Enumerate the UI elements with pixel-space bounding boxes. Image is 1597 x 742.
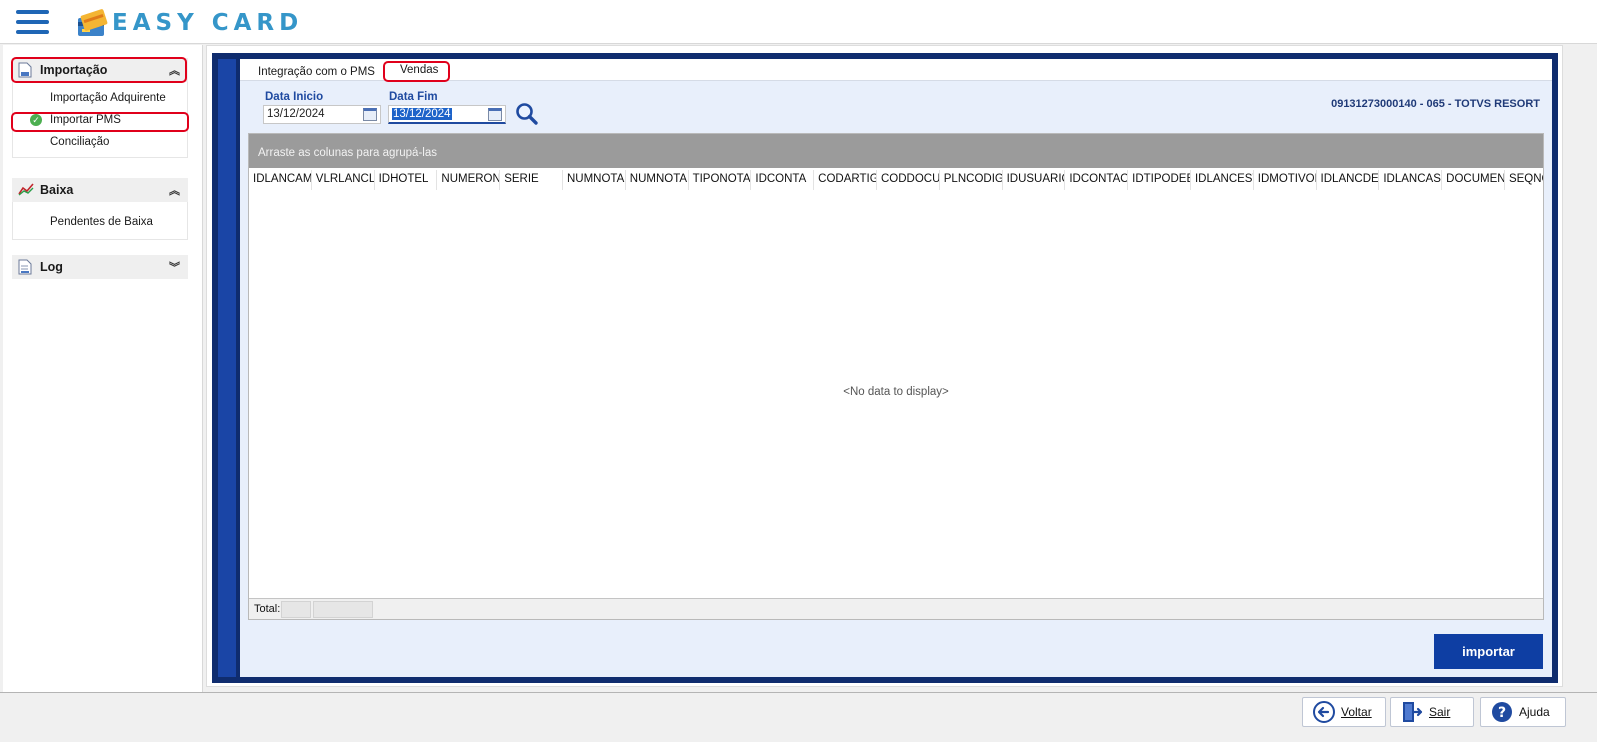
back-arrow-icon — [1313, 701, 1335, 723]
voltar-label: Voltar — [1341, 705, 1372, 719]
data-fim-value: 13/12/2024 — [392, 108, 452, 120]
calendar-icon[interactable] — [488, 108, 502, 121]
company-label: 09131273000140 - 065 - TOTVS RESORT — [1331, 98, 1540, 110]
data-fim-field[interactable]: 13/12/2024 — [388, 105, 506, 124]
exit-door-icon — [1401, 701, 1423, 723]
grid-column-header-cell[interactable]: IDLANCASS — [1379, 170, 1443, 190]
chevron-down-icon[interactable]: ︾ — [169, 259, 180, 275]
grid-column-header-cell[interactable]: CODARTIGC — [814, 170, 877, 190]
ajuda-label: Ajuda — [1519, 705, 1550, 719]
sidebar-group-body: Importação Adquirente ✓ Importar PMS Con… — [12, 82, 188, 158]
top-header: EASY CARD — [0, 0, 1597, 44]
sidebar-group-importacao: Importação ︽ Importação Adquirente ✓ Imp… — [12, 58, 188, 158]
document-icon — [18, 259, 32, 275]
grid-column-header-cell[interactable]: SEQNO — [1505, 170, 1543, 190]
logo-text: EASY CARD — [112, 10, 304, 36]
sidebar-item-importacao-adquirente[interactable]: Importação Adquirente — [13, 87, 187, 109]
sidebar-item-importar-pms[interactable]: ✓ Importar PMS — [13, 109, 187, 131]
svg-text:?: ? — [1498, 705, 1506, 721]
sidebar-group-label: Baixa — [40, 183, 74, 197]
search-icon[interactable] — [515, 102, 539, 126]
grid-column-header-cell[interactable]: CODDOCUI — [877, 170, 940, 190]
data-inicio-label: Data Inicio — [265, 91, 324, 103]
data-inicio-value: 13/12/2024 — [267, 108, 325, 120]
sidebar-group-label: Log — [40, 260, 63, 274]
grid-column-header-cell[interactable]: NUMNOTAF — [563, 170, 626, 190]
card-logo-icon — [76, 8, 108, 38]
grid-column-header-cell[interactable]: IDLANCAME — [249, 170, 312, 190]
sidebar-item-conciliacao[interactable]: Conciliação — [13, 131, 187, 153]
grid-column-header-cell[interactable]: NUMNOTA — [626, 170, 689, 190]
data-grid: Arraste as colunas para agrupá-las IDLAN… — [248, 133, 1544, 620]
sidebar-group-header-baixa[interactable]: Baixa ︽ — [12, 178, 188, 202]
sidebar-group-label: Importação — [40, 63, 108, 77]
group-by-panel[interactable]: Arraste as colunas para agrupá-las — [249, 134, 1543, 168]
grid-column-header-cell[interactable]: IDHOTEL — [375, 170, 438, 190]
grid-column-header-cell[interactable]: IDLANCEST( — [1191, 170, 1254, 190]
sair-button[interactable]: Sair — [1390, 697, 1474, 727]
chevron-up-icon[interactable]: ︽ — [169, 182, 180, 198]
total-label: Total: — [254, 603, 281, 615]
sidebar-group-body: Pendentes de Baixa — [12, 202, 188, 240]
grid-column-header-cell[interactable]: IDUSUARIO — [1003, 170, 1066, 190]
grid-column-header-cell[interactable]: VLRLANCLIC — [312, 170, 375, 190]
grid-column-header-cell[interactable]: IDCONTA — [751, 170, 815, 190]
hamburger-menu-icon[interactable] — [16, 10, 49, 34]
grid-column-header-cell[interactable]: IDTIPODEB( — [1128, 170, 1191, 190]
sidebar-group-log: Log ︾ — [12, 255, 188, 279]
grid-column-header-cell[interactable]: PLNCODIGC — [940, 170, 1003, 190]
check-circle-icon: ✓ — [30, 114, 42, 126]
voltar-button[interactable]: Voltar — [1302, 697, 1386, 727]
grid-column-header-cell[interactable]: DOCUMENT — [1442, 170, 1505, 190]
sidebar-item-label: Importar PMS — [50, 114, 121, 126]
sidebar-item-pendentes-de-baixa[interactable]: Pendentes de Baixa — [13, 211, 187, 233]
importar-button[interactable]: importar — [1434, 634, 1543, 669]
sidebar-group-header-log[interactable]: Log ︾ — [12, 255, 188, 279]
grid-column-header-cell[interactable]: NUMERON( — [437, 170, 501, 190]
data-fim-label: Data Fim — [389, 91, 438, 103]
total-cell — [281, 601, 311, 618]
tab-integracao-pms[interactable]: Integração com o PMS — [258, 66, 375, 78]
tab-vendas[interactable]: Vendas — [400, 64, 438, 76]
grid-column-header-cell[interactable]: IDMOTIVOE — [1254, 170, 1317, 190]
sair-label: Sair — [1429, 705, 1451, 719]
grid-empty-message: <No data to display> — [843, 386, 949, 398]
grid-footer: Total: — [249, 598, 1543, 619]
help-icon: ? — [1491, 701, 1513, 723]
chevron-up-icon[interactable]: ︽ — [169, 62, 180, 78]
ajuda-button[interactable]: ? Ajuda — [1480, 697, 1566, 727]
grid-column-header-cell[interactable]: TIPONOTA — [689, 170, 752, 190]
calendar-icon[interactable] — [363, 108, 377, 121]
document-icon — [18, 62, 32, 78]
total-cell — [313, 601, 373, 618]
grid-column-header-cell[interactable]: IDCONTAOF — [1065, 170, 1129, 190]
main-side-stripe — [218, 59, 236, 677]
grid-column-header-cell[interactable]: IDLANCDES — [1317, 170, 1380, 190]
sidebar-group-header-importacao[interactable]: Importação ︽ — [12, 58, 188, 82]
sidebar-group-baixa: Baixa ︽ Pendentes de Baixa — [12, 178, 188, 240]
data-inicio-field[interactable]: 13/12/2024 — [263, 105, 381, 124]
chart-trend-icon — [18, 182, 34, 198]
grid-column-header: IDLANCAMEVLRLANCLICIDHOTELNUMERON(SERIEN… — [249, 170, 1543, 190]
app-logo: EASY CARD — [76, 6, 303, 40]
grid-column-header-cell[interactable]: SERIE — [500, 170, 563, 190]
